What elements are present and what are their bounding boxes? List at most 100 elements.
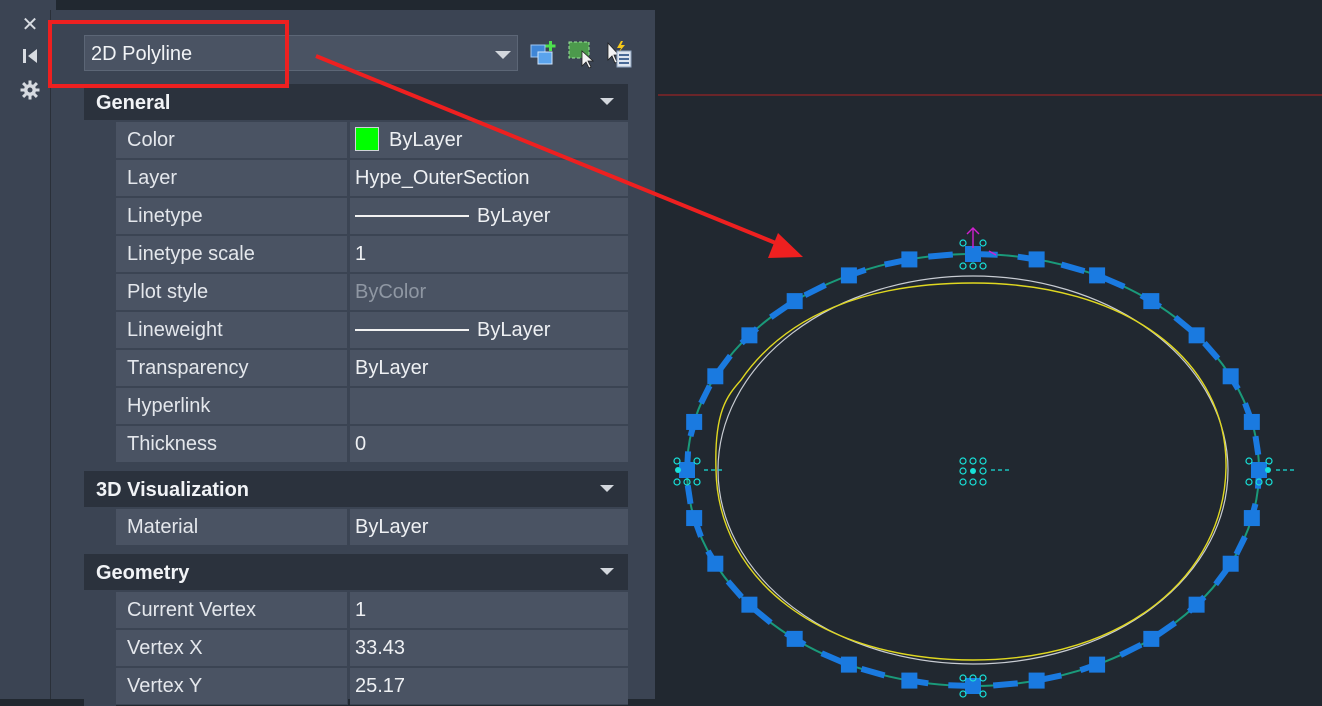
vertex-grip[interactable] (707, 368, 724, 385)
gear-icon[interactable] (18, 80, 42, 102)
quick-select-icon[interactable] (566, 39, 596, 69)
property-label: Plot style (116, 274, 348, 311)
property-value[interactable]: ByLayer (350, 509, 628, 546)
property-value[interactable]: 0 (350, 426, 628, 463)
property-value: ByColor (350, 274, 628, 311)
vertex-grip[interactable] (707, 555, 724, 572)
object-type-dropdown[interactable]: 2D Polyline (84, 35, 518, 71)
polyline-dash (992, 680, 1018, 689)
property-row-linetype-scale[interactable]: Linetype scale 1 (84, 236, 628, 274)
property-label: Vertex X (116, 630, 348, 667)
drawing-canvas[interactable] (656, 0, 1322, 699)
vertex-grip[interactable] (1243, 413, 1260, 430)
polyline-dash (1060, 261, 1086, 274)
property-value[interactable]: 1 (350, 236, 628, 273)
vertex-grip[interactable] (741, 596, 758, 613)
vertex-grip[interactable] (679, 462, 695, 478)
section-title: General (96, 92, 171, 114)
property-row-current-vertex[interactable]: Current Vertex 1 (84, 592, 628, 630)
vertex-grip[interactable] (1089, 267, 1106, 284)
collapse-arrow-icon[interactable] (600, 485, 614, 492)
vertex-grip[interactable] (1251, 462, 1267, 478)
vertex-grip[interactable] (840, 656, 857, 673)
polyline-dash (698, 384, 713, 405)
vertex-grip[interactable] (901, 672, 918, 689)
collapse-arrow-icon[interactable] (600, 98, 614, 105)
vertex-grip[interactable] (965, 246, 981, 262)
palette-title-strip: ✕ (0, 0, 56, 699)
polyline-dash (1101, 274, 1126, 290)
vertex-grip[interactable] (1222, 555, 1239, 572)
property-value[interactable] (350, 388, 628, 425)
polyline-dash (820, 650, 845, 666)
dock-icon[interactable] (18, 47, 42, 69)
vertex-grip[interactable] (1143, 293, 1160, 310)
property-value[interactable]: ByLayer (350, 350, 628, 387)
polyline-dash (684, 484, 694, 505)
property-row-hyperlink[interactable]: Hyperlink (84, 388, 628, 426)
property-label: Color (116, 122, 348, 159)
vertex-grip[interactable] (786, 293, 803, 310)
vertex-grip[interactable] (686, 510, 703, 527)
polyline-dash (1119, 642, 1143, 658)
color-swatch (355, 127, 379, 151)
property-row-vertex-x[interactable]: Vertex X 33.43 (84, 630, 628, 668)
vertex-grip[interactable] (1028, 251, 1045, 268)
property-value[interactable]: 1 (350, 592, 628, 629)
property-label: Thickness (116, 426, 348, 463)
add-to-selection-icon[interactable] (529, 39, 559, 69)
property-row-thickness[interactable]: Thickness 0 (84, 426, 628, 464)
property-value[interactable]: ByLayer (350, 198, 628, 235)
property-value[interactable]: 33.43 (350, 630, 628, 667)
vertex-grip[interactable] (1243, 510, 1260, 527)
property-label: Lineweight (116, 312, 348, 349)
property-row-transparency[interactable]: Transparency ByLayer (84, 350, 628, 388)
vertex-grip[interactable] (686, 413, 703, 430)
polyline-dash (860, 666, 886, 679)
property-label: Transparency (116, 350, 348, 387)
property-label: Layer (116, 160, 348, 197)
vertex-grip[interactable] (1089, 656, 1106, 673)
vertex-grip[interactable] (840, 267, 857, 284)
property-row-color[interactable]: Color ByLayer (84, 122, 628, 160)
object-type-value: 2D Polyline (91, 43, 193, 65)
vertex-grip[interactable] (1188, 327, 1205, 344)
property-row-linetype[interactable]: Linetype ByLayer (84, 198, 628, 236)
vertex-grip[interactable] (741, 327, 758, 344)
vertex-grip[interactable] (1222, 368, 1239, 385)
close-icon[interactable]: ✕ (18, 14, 42, 36)
property-row-material[interactable]: Material ByLayer (84, 509, 628, 547)
osnap-center (959, 457, 1011, 486)
vertex-grip[interactable] (901, 251, 918, 268)
section-title: 3D Visualization (96, 479, 250, 501)
polyline-dash (725, 579, 744, 599)
property-row-layer[interactable]: Layer Hype_OuterSection (84, 160, 628, 198)
vertex-grip[interactable] (1188, 596, 1205, 613)
section-geometry[interactable]: Geometry (84, 554, 628, 590)
polyline-dash (1202, 341, 1221, 361)
vertex-grip[interactable] (1028, 672, 1045, 689)
polyline-dash (1155, 620, 1177, 638)
property-value[interactable]: Hype_OuterSection (350, 160, 628, 197)
property-label: Material (116, 509, 348, 546)
property-label: Linetype (116, 198, 348, 235)
vertex-grip[interactable] (786, 630, 803, 647)
property-value[interactable]: ByLayer (350, 122, 628, 159)
collapse-arrow-icon[interactable] (600, 568, 614, 575)
osnap-markers (673, 239, 1296, 698)
linetype-preview (355, 215, 469, 217)
section-general[interactable]: General (84, 84, 628, 120)
vertex-grip[interactable] (1143, 630, 1160, 647)
center-points (675, 467, 1271, 474)
property-row-lineweight[interactable]: Lineweight ByLayer (84, 312, 628, 350)
property-row-plot-style[interactable]: Plot style ByColor (84, 274, 628, 312)
polyline-dash (769, 302, 791, 320)
drawing-svg[interactable] (656, 0, 1322, 699)
property-label: Linetype scale (116, 236, 348, 273)
polyline-dash (1252, 435, 1262, 456)
select-objects-icon[interactable] (604, 39, 634, 69)
property-value[interactable]: ByLayer (350, 312, 628, 349)
section-3d-visualization[interactable]: 3D Visualization (84, 471, 628, 507)
property-row-vertex-y[interactable]: Vertex Y 25.17 (84, 668, 628, 706)
property-value[interactable]: 25.17 (350, 668, 628, 705)
